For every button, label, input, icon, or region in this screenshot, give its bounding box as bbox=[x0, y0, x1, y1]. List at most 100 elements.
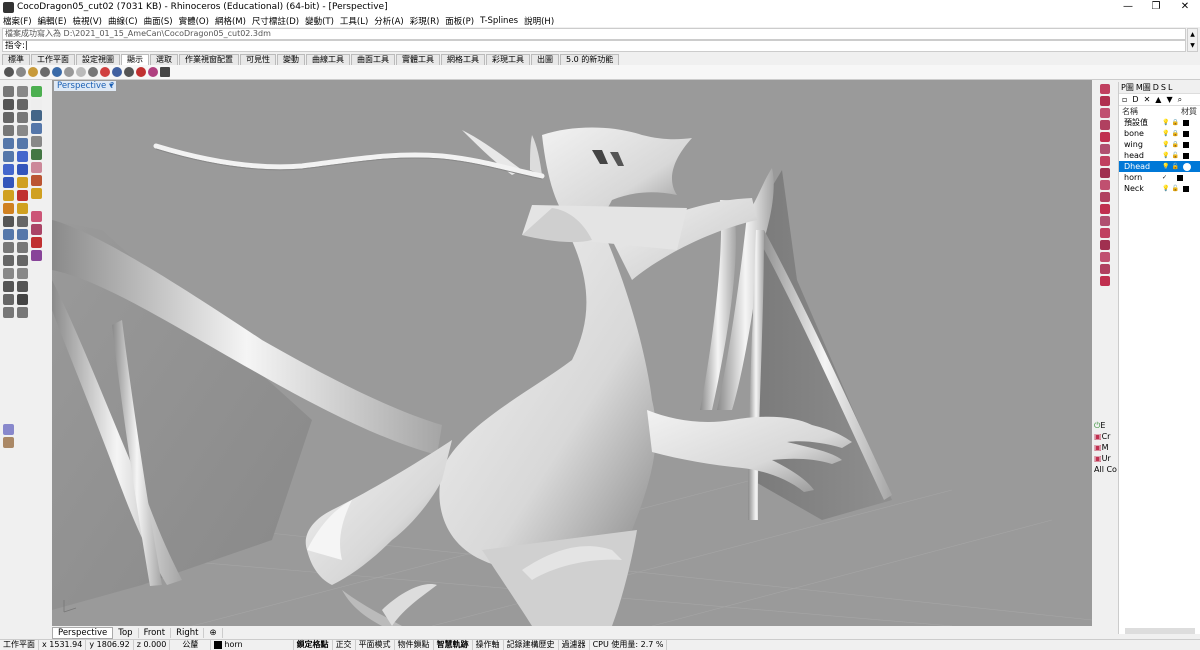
array-icon[interactable] bbox=[3, 268, 14, 279]
cube-solid-icon[interactable] bbox=[31, 175, 42, 186]
tab-transform[interactable]: 變動 bbox=[277, 54, 305, 65]
tab-select[interactable]: 選取 bbox=[150, 54, 178, 65]
menu-help[interactable]: 說明(H) bbox=[524, 15, 554, 27]
explode-icon[interactable] bbox=[17, 255, 28, 266]
toggle-planar[interactable]: 平面模式 bbox=[356, 640, 395, 650]
col-name[interactable]: 名稱 bbox=[1122, 106, 1138, 117]
circle-icon[interactable] bbox=[3, 138, 14, 149]
split-surface-icon[interactable] bbox=[1100, 264, 1110, 274]
bulb-icon[interactable]: 💡 bbox=[1162, 185, 1169, 192]
bulb-icon[interactable]: 💡 bbox=[1162, 119, 1169, 126]
cube-yellow-icon[interactable] bbox=[31, 188, 42, 199]
toggle-osnap[interactable]: 物件鎖點 bbox=[395, 640, 434, 650]
toggle-gumball[interactable]: 操作軸 bbox=[473, 640, 504, 650]
rebuild-icon[interactable] bbox=[1100, 96, 1110, 106]
point-icon[interactable] bbox=[3, 99, 14, 110]
bulb-icon[interactable]: 💡 bbox=[1162, 152, 1169, 159]
status-layer[interactable]: horn bbox=[211, 640, 294, 650]
menu-mesh[interactable]: 網格(M) bbox=[215, 15, 246, 27]
layer-row[interactable]: head 💡 🔓 bbox=[1119, 150, 1200, 161]
osnap-toggle-icon[interactable] bbox=[31, 86, 42, 97]
maximize-button[interactable]: ❐ bbox=[1141, 0, 1171, 14]
artistic-mode-icon[interactable] bbox=[76, 67, 86, 77]
tab-sun[interactable]: S bbox=[1161, 83, 1166, 92]
offset-icon[interactable] bbox=[17, 229, 28, 240]
polyline-icon[interactable] bbox=[3, 112, 14, 123]
tab-cplanes[interactable]: 工作平面 bbox=[31, 54, 75, 65]
prop-row[interactable]: ▣ M bbox=[1094, 442, 1120, 453]
new-layer-icon[interactable]: ▫ bbox=[1122, 95, 1127, 104]
viewport-help-icon[interactable]: ? bbox=[110, 81, 114, 90]
box-icon[interactable] bbox=[17, 177, 28, 188]
layer-color-swatch[interactable] bbox=[1182, 130, 1189, 137]
toggle-smarttrack[interactable]: 智慧軌跡 bbox=[434, 640, 473, 650]
lock-icon[interactable]: 🔒 bbox=[1171, 119, 1178, 126]
group-icon[interactable] bbox=[3, 294, 14, 305]
extrude-icon[interactable] bbox=[3, 177, 14, 188]
layer-color-swatch[interactable] bbox=[1182, 141, 1189, 148]
unlock-icon[interactable]: 🔓 bbox=[1171, 163, 1178, 170]
settings-gear-icon[interactable] bbox=[3, 437, 14, 448]
menu-analyze[interactable]: 分析(A) bbox=[374, 15, 403, 27]
untrim-icon[interactable] bbox=[1100, 276, 1110, 286]
surface-icon[interactable] bbox=[3, 164, 14, 175]
unlock-icon[interactable]: 🔓 bbox=[1171, 152, 1178, 159]
menu-solid[interactable]: 實體(O) bbox=[179, 15, 209, 27]
prop-row[interactable]: ▣ Cr bbox=[1094, 431, 1120, 442]
toggle-history[interactable]: 記錄建構歷史 bbox=[504, 640, 559, 650]
layer-color-swatch[interactable] bbox=[1182, 119, 1189, 126]
gumball-icon[interactable] bbox=[31, 123, 42, 134]
new-sublayer-icon[interactable]: D bbox=[1132, 95, 1138, 104]
layer-color-swatch[interactable] bbox=[1177, 174, 1184, 181]
cplane-icon[interactable] bbox=[31, 110, 42, 121]
menu-tsplines[interactable]: T-Splines bbox=[480, 16, 518, 26]
network-icon[interactable] bbox=[1100, 144, 1110, 154]
curve-icon[interactable] bbox=[3, 125, 14, 136]
menu-curve[interactable]: 曲線(C) bbox=[108, 15, 138, 27]
status-cplane[interactable]: 工作平面 bbox=[0, 640, 39, 650]
perspective-viewport[interactable]: Perspective ▾ ? bbox=[52, 80, 1092, 626]
layer-row[interactable]: Neck 💡 🔓 bbox=[1119, 183, 1200, 194]
xray-mode-icon[interactable] bbox=[52, 67, 62, 77]
vp-tab-right[interactable]: Right bbox=[171, 627, 205, 638]
material-sphere-icon[interactable] bbox=[1182, 162, 1191, 171]
tab-set-view[interactable]: 設定視圖 bbox=[76, 54, 120, 65]
ellipse-icon[interactable] bbox=[17, 125, 28, 136]
transform-icon[interactable] bbox=[3, 307, 14, 318]
unlock-icon[interactable]: 🔓 bbox=[1171, 185, 1178, 192]
lock-icon[interactable]: 🔒 bbox=[1171, 141, 1178, 148]
bulb-icon[interactable]: 💡 bbox=[1162, 141, 1169, 148]
layer-color-swatch[interactable] bbox=[1182, 152, 1189, 159]
tab-mesh-tools[interactable]: 網格工具 bbox=[441, 54, 485, 65]
close-button[interactable]: ✕ bbox=[1170, 0, 1200, 14]
texture-icon[interactable] bbox=[31, 250, 42, 261]
edge-surface-icon[interactable] bbox=[1100, 192, 1110, 202]
add-viewport-icon[interactable]: ⊕ bbox=[204, 627, 223, 638]
menu-tools[interactable]: 工具(L) bbox=[340, 15, 368, 27]
tab-viewport-layout[interactable]: 作業視窗配置 bbox=[179, 54, 239, 65]
planar-surface-icon[interactable] bbox=[1100, 204, 1110, 214]
rail-revolve-icon[interactable] bbox=[1100, 180, 1110, 190]
match-surface-icon[interactable] bbox=[1100, 108, 1110, 118]
tab-layers[interactable]: L bbox=[1168, 83, 1172, 92]
polygon-icon[interactable] bbox=[17, 138, 28, 149]
fillet-surface-icon[interactable] bbox=[1100, 228, 1110, 238]
move-down-icon[interactable]: ▼ bbox=[1166, 95, 1172, 104]
vp-tab-perspective[interactable]: Perspective bbox=[52, 626, 114, 639]
menu-transform[interactable]: 變動(T) bbox=[305, 15, 334, 27]
prop-row[interactable]: All Co bbox=[1094, 464, 1120, 475]
toggle-grid-snap[interactable]: 鎖定格點 bbox=[294, 640, 333, 650]
bulb-icon[interactable]: 💡 bbox=[1162, 130, 1169, 137]
loft-icon[interactable] bbox=[17, 151, 28, 162]
offset-surface-icon[interactable] bbox=[1100, 252, 1110, 262]
capture-viewport-icon[interactable] bbox=[160, 67, 170, 77]
join-icon[interactable] bbox=[17, 242, 28, 253]
wireframe-mode-icon[interactable] bbox=[4, 67, 14, 77]
revolve-icon[interactable] bbox=[1100, 168, 1110, 178]
menu-panels[interactable]: 面板(P) bbox=[445, 15, 474, 27]
layer-row[interactable]: horn ✓ bbox=[1119, 172, 1200, 183]
prop-row[interactable]: ⏻ E bbox=[1094, 420, 1120, 431]
tab-properties[interactable]: P圖 bbox=[1121, 82, 1134, 93]
shaded-mode-icon[interactable] bbox=[16, 67, 26, 77]
col-material[interactable]: 材質 bbox=[1181, 106, 1197, 117]
